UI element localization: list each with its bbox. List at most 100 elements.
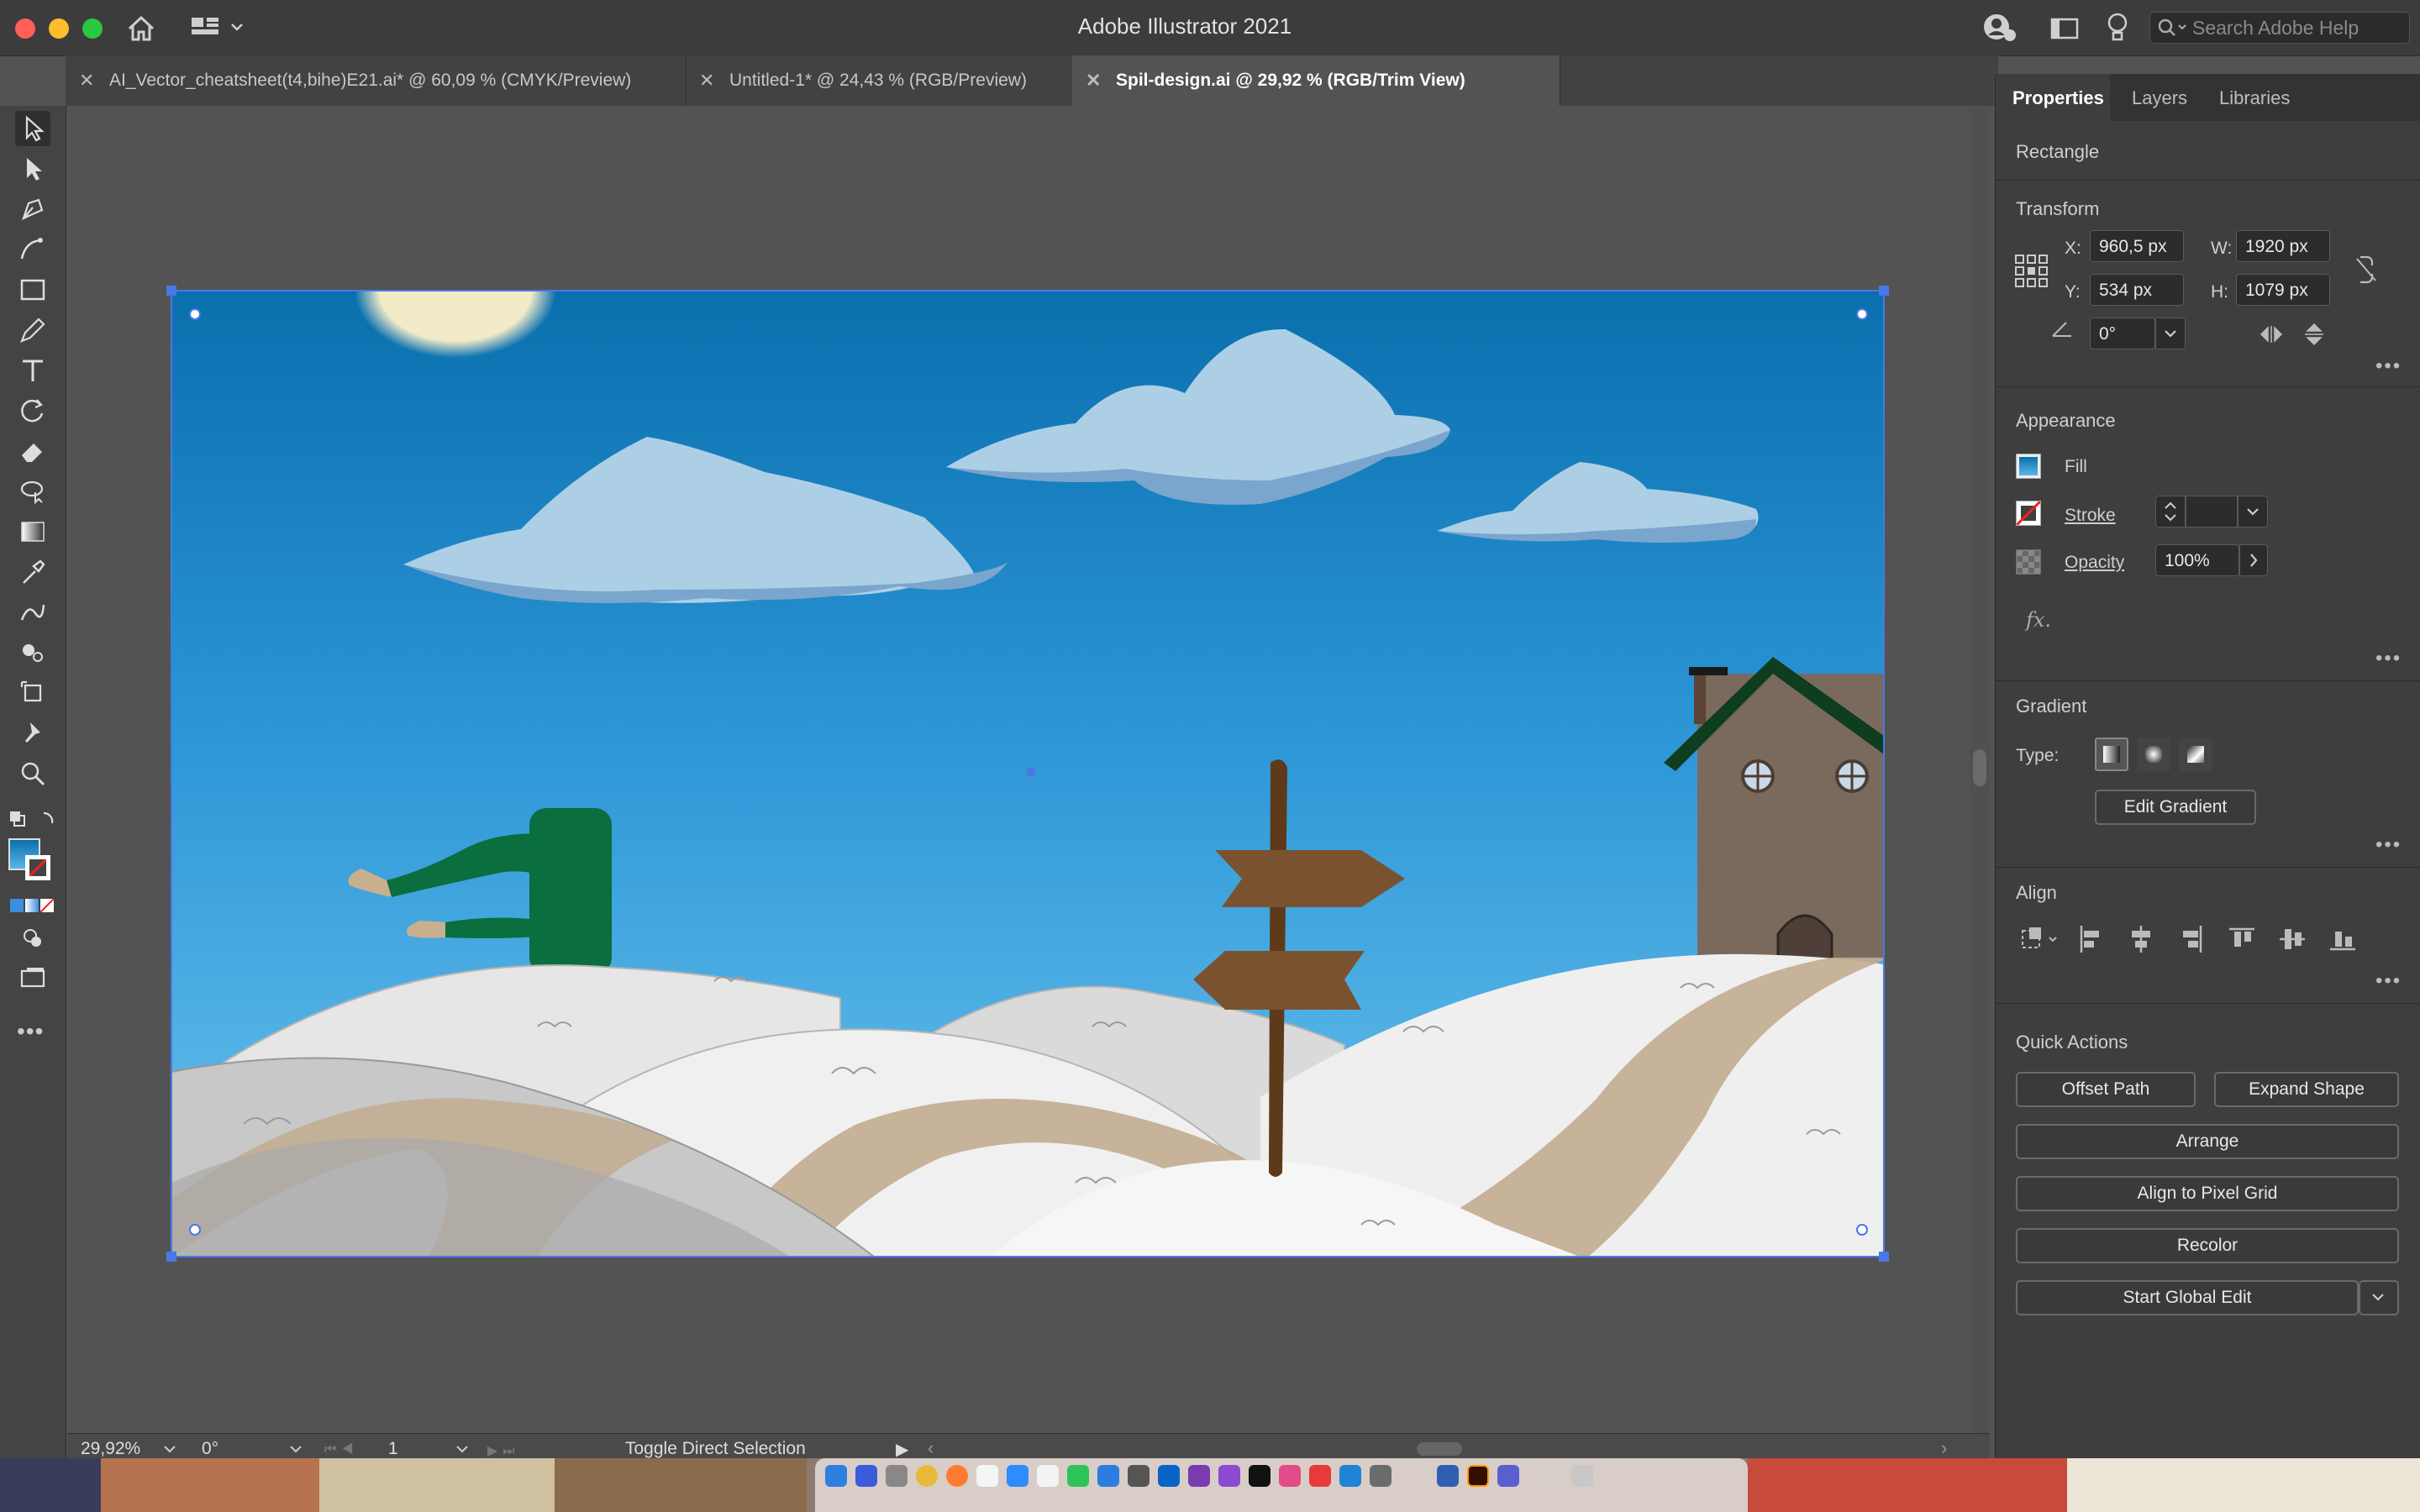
- close-tab-icon[interactable]: ✕: [79, 55, 94, 106]
- podcasts-icon[interactable]: [1218, 1465, 1240, 1487]
- scroll-left-arrow-icon[interactable]: ‹: [928, 1437, 934, 1459]
- arrange-button[interactable]: Arrange: [2016, 1124, 2399, 1159]
- puppet-warp-tool-icon[interactable]: [15, 595, 50, 630]
- launchpad-icon[interactable]: [855, 1465, 877, 1487]
- align-to-selection-icon[interactable]: [2019, 924, 2061, 954]
- eyedropper-tool-icon[interactable]: [15, 554, 50, 590]
- artboard-dropdown-chevron-down-icon[interactable]: [454, 1441, 471, 1457]
- rotation-dropdown-button[interactable]: [2155, 318, 2186, 349]
- canvas-area[interactable]: [67, 108, 1968, 1433]
- freeform-gradient-button[interactable]: [2179, 738, 2212, 771]
- align-more-options-icon[interactable]: •••: [2375, 969, 2402, 993]
- color-mode-buttons[interactable]: [10, 898, 55, 914]
- offset-path-button[interactable]: Offset Path: [2016, 1072, 2196, 1107]
- outlook-icon[interactable]: [1158, 1465, 1180, 1487]
- fill-label[interactable]: Fill: [2065, 457, 2087, 477]
- tab-properties[interactable]: Properties: [2012, 87, 2104, 109]
- zoom-window-button[interactable]: [82, 18, 103, 39]
- gradient-more-options-icon[interactable]: •••: [2375, 833, 2402, 857]
- downloads-folder-icon[interactable]: [1541, 1465, 1563, 1487]
- illustrator-icon[interactable]: [1467, 1465, 1489, 1487]
- tab-layers[interactable]: Layers: [2132, 87, 2187, 109]
- zoom-app-icon[interactable]: [1007, 1465, 1028, 1487]
- firefox-icon[interactable]: [946, 1465, 968, 1487]
- edit-gradient-button[interactable]: Edit Gradient: [2095, 790, 2256, 825]
- first-prev-artboard-icon[interactable]: ⏮◀: [324, 1442, 359, 1457]
- apps-grid-icon[interactable]: [886, 1465, 908, 1487]
- preview-icon[interactable]: [1370, 1465, 1392, 1487]
- direct-selection-tool-icon[interactable]: [15, 151, 50, 186]
- gradient-tool-icon[interactable]: [15, 514, 50, 549]
- start-global-edit-button[interactable]: Start Global Edit: [2016, 1280, 2359, 1315]
- calendar-icon[interactable]: [976, 1465, 998, 1487]
- free-transform-tool-icon[interactable]: [15, 474, 50, 509]
- onenote-icon[interactable]: [1188, 1465, 1210, 1487]
- teams-icon[interactable]: [1497, 1465, 1519, 1487]
- global-edit-options-dropdown[interactable]: [2359, 1280, 2399, 1315]
- scroll-right-arrow-icon[interactable]: ›: [1941, 1437, 1947, 1459]
- curvature-tool-icon[interactable]: [15, 232, 50, 267]
- pen-tool-icon[interactable]: [15, 192, 50, 227]
- stroke-weight-dropdown[interactable]: [2238, 496, 2268, 528]
- align-right-icon[interactable]: [2177, 924, 2206, 954]
- app-store-icon[interactable]: [1097, 1465, 1119, 1487]
- vscode-icon[interactable]: [1339, 1465, 1361, 1487]
- rotation-angle-field[interactable]: 0°: [2090, 318, 2155, 349]
- effects-fx-button[interactable]: fx.: [2026, 608, 2051, 632]
- align-vertical-center-icon[interactable]: [2278, 924, 2307, 954]
- stroke-swatch[interactable]: [2016, 501, 2041, 526]
- pencil-tool-icon[interactable]: [15, 312, 50, 348]
- workspace-switcher-icon[interactable]: [190, 15, 249, 40]
- stroke-label[interactable]: Stroke: [2065, 506, 2116, 526]
- opacity-slider-button[interactable]: [2239, 544, 2268, 576]
- pin-tool-icon[interactable]: [15, 716, 50, 751]
- rectangle-tool-icon[interactable]: [15, 272, 50, 307]
- status-menu-arrow-icon[interactable]: ▶: [896, 1439, 908, 1460]
- align-to-pixel-grid-button[interactable]: Align to Pixel Grid: [2016, 1176, 2399, 1211]
- home-icon[interactable]: [126, 15, 156, 42]
- opacity-field[interactable]: 100%: [2155, 544, 2239, 576]
- arrange-documents-icon[interactable]: [2050, 17, 2081, 40]
- word-icon[interactable]: [1437, 1465, 1459, 1487]
- opacity-label[interactable]: Opacity: [2065, 553, 2124, 573]
- user-account-icon[interactable]: [1981, 12, 2018, 44]
- transform-more-options-icon[interactable]: •••: [2375, 354, 2402, 378]
- notes-icon[interactable]: [1037, 1465, 1059, 1487]
- tab-untitled-1[interactable]: ✕ Untitled-1* @ 24,43 % (RGB/Preview): [686, 55, 1073, 106]
- zoom-tool-icon[interactable]: [15, 756, 50, 791]
- close-window-button[interactable]: [15, 18, 35, 39]
- discover-lightbulb-icon[interactable]: [2106, 12, 2129, 44]
- apple-tv-icon[interactable]: [1249, 1465, 1270, 1487]
- rotate-view-value[interactable]: 0°: [202, 1439, 218, 1459]
- artboard-tool-icon[interactable]: [15, 675, 50, 711]
- close-tab-icon[interactable]: ✕: [699, 55, 714, 106]
- zoom-dropdown-chevron-down-icon[interactable]: [161, 1441, 178, 1457]
- y-field[interactable]: 534 px: [2090, 274, 2184, 306]
- align-horizontal-center-icon[interactable]: [2127, 924, 2155, 954]
- linear-gradient-button[interactable]: [2095, 738, 2128, 771]
- stroke-weight-stepper[interactable]: [2155, 496, 2186, 528]
- photos-icon[interactable]: [1279, 1465, 1301, 1487]
- height-field[interactable]: 1079 px: [2236, 274, 2330, 306]
- close-tab-icon[interactable]: ✕: [1086, 55, 1101, 106]
- edit-toolbar-more-icon[interactable]: •••: [17, 1018, 44, 1045]
- tab-ai-vector-cheatsheet[interactable]: ✕ AI_Vector_cheatsheet(t4,bihe)E21.ai* @…: [66, 55, 687, 106]
- swap-fill-stroke-icon[interactable]: [7, 808, 60, 833]
- x-field[interactable]: 960,5 px: [2090, 230, 2184, 262]
- selection-tool-icon[interactable]: [15, 111, 50, 146]
- rotate-view-dropdown-chevron-down-icon[interactable]: [287, 1441, 304, 1457]
- vertical-scroll-thumb[interactable]: [1973, 749, 1986, 786]
- drawing-mode-icon[interactable]: [15, 921, 50, 956]
- filezilla-icon[interactable]: [1309, 1465, 1331, 1487]
- finder-icon[interactable]: [825, 1465, 847, 1487]
- width-field[interactable]: 1920 px: [2236, 230, 2330, 262]
- artboard[interactable]: [67, 108, 1968, 1433]
- expand-shape-button[interactable]: Expand Shape: [2214, 1072, 2399, 1107]
- align-bottom-icon[interactable]: [2328, 924, 2357, 954]
- stroke-color-swatch[interactable]: [25, 855, 50, 880]
- messages-icon[interactable]: [1067, 1465, 1089, 1487]
- reference-point-icon[interactable]: [2014, 254, 2049, 289]
- search-adobe-help-input[interactable]: Search Adobe Help: [2149, 12, 2410, 44]
- align-left-icon[interactable]: [2076, 924, 2105, 954]
- appearance-more-options-icon[interactable]: •••: [2375, 647, 2402, 670]
